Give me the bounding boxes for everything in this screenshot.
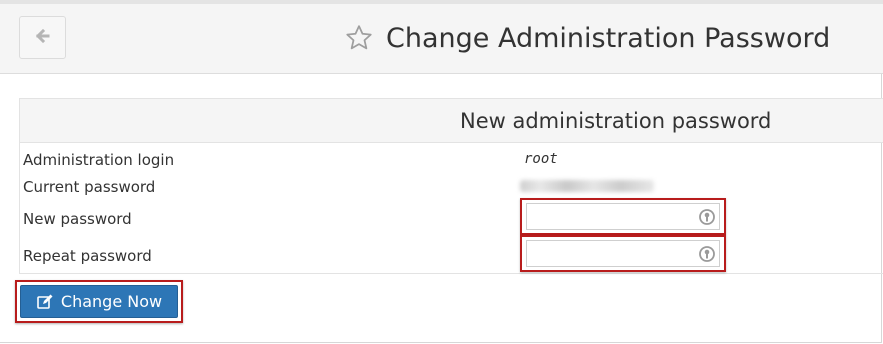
- star-outline-icon[interactable]: [344, 22, 376, 54]
- current-password-masked-value: [520, 180, 654, 192]
- new-password-highlight: [520, 198, 726, 235]
- change-now-label: Change Now: [60, 292, 163, 311]
- password-panel: New administration password Administrati…: [19, 98, 883, 274]
- arrow-left-icon: [35, 28, 50, 47]
- repeat-password-highlight: [520, 235, 726, 272]
- admin-login-label: Administration login: [23, 151, 175, 169]
- current-password-label: Current password: [23, 178, 156, 196]
- back-button[interactable]: [19, 16, 66, 59]
- repeat-password-input[interactable]: [526, 240, 720, 267]
- panel-header: New administration password: [20, 99, 883, 143]
- page-title: Change Administration Password: [386, 22, 831, 54]
- new-password-input[interactable]: [526, 203, 720, 230]
- change-now-button[interactable]: Change Now: [20, 285, 178, 318]
- change-now-highlight: Change Now: [15, 280, 183, 323]
- repeat-password-label: Repeat password: [23, 247, 152, 265]
- edit-icon: [36, 293, 54, 311]
- panel-title: New administration password: [460, 108, 772, 133]
- new-password-label: New password: [23, 210, 132, 228]
- page-header: Change Administration Password: [0, 4, 883, 74]
- password-generate-icon[interactable]: [698, 208, 716, 226]
- password-generate-icon[interactable]: [698, 245, 716, 263]
- title-group: Change Administration Password: [344, 20, 830, 56]
- admin-login-value: root: [524, 151, 558, 167]
